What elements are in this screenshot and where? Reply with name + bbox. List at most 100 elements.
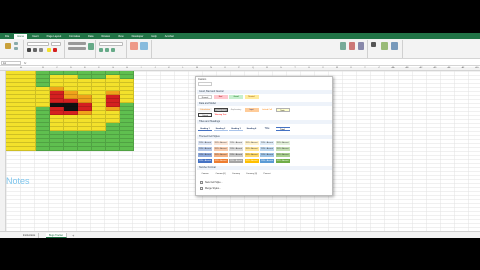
style-accent[interactable]: 20% - Accent bbox=[260, 147, 274, 151]
heatmap-cell[interactable] bbox=[6, 147, 36, 151]
style-accent[interactable]: 20% - Accent bbox=[213, 147, 228, 151]
currency-icon[interactable] bbox=[99, 48, 103, 52]
font-size-select[interactable] bbox=[51, 42, 61, 46]
style-heading-3[interactable]: Heading 3 bbox=[229, 127, 243, 131]
style-accent[interactable]: 20% - Accent bbox=[275, 147, 290, 151]
tab-view[interactable]: View bbox=[115, 34, 127, 39]
style-accent[interactable]: 20% - Accent bbox=[213, 153, 228, 157]
column-header[interactable]: Y bbox=[358, 67, 372, 69]
column-header[interactable]: Z bbox=[372, 67, 386, 69]
style-neutral[interactable]: Neutral bbox=[244, 95, 259, 99]
tab-home[interactable]: Home bbox=[14, 33, 28, 39]
merge-center-icon[interactable] bbox=[88, 43, 94, 50]
style-accent[interactable]: 20% - Accent bbox=[244, 153, 259, 157]
fill-color-icon[interactable] bbox=[47, 48, 51, 52]
column-header[interactable]: AF bbox=[456, 67, 470, 69]
number-format-select[interactable] bbox=[99, 42, 123, 46]
style-normal[interactable]: Normal bbox=[198, 95, 212, 99]
style-heading-1[interactable]: Heading 1 bbox=[198, 127, 212, 131]
insert-cells-icon[interactable] bbox=[340, 42, 346, 50]
comma-icon[interactable] bbox=[111, 48, 115, 52]
style-accent[interactable]: 20% - Accent bbox=[229, 159, 243, 163]
sheet-tab-bugs-tracker[interactable]: Bugs Tracker bbox=[46, 233, 68, 238]
column-header[interactable]: N bbox=[204, 67, 218, 69]
column-header[interactable]: X bbox=[344, 67, 358, 69]
heatmap-range[interactable] bbox=[6, 71, 134, 151]
style-accent[interactable]: 20% - Accent bbox=[213, 159, 228, 163]
heatmap-cell[interactable] bbox=[64, 147, 78, 151]
column-header[interactable]: AD bbox=[428, 67, 442, 69]
style-comma-0[interactable]: Comma [0] bbox=[214, 172, 228, 176]
column-header[interactable]: AE bbox=[442, 67, 456, 69]
style-accent[interactable]: 20% - Accent bbox=[275, 141, 290, 145]
style-currency-0[interactable]: Currency [0] bbox=[245, 172, 259, 176]
style-input[interactable]: Input bbox=[244, 108, 259, 112]
column-header[interactable]: F bbox=[92, 67, 106, 69]
column-header[interactable]: B bbox=[36, 67, 50, 69]
style-output[interactable]: Output bbox=[198, 113, 212, 117]
column-header[interactable]: G bbox=[106, 67, 120, 69]
style-accent[interactable]: 20% - Accent bbox=[198, 153, 212, 157]
heatmap-cell[interactable] bbox=[78, 147, 92, 151]
tab-developer[interactable]: Developer bbox=[129, 34, 147, 39]
align-top-icon[interactable] bbox=[68, 42, 86, 45]
style-accent[interactable]: 20% - Accent bbox=[198, 159, 212, 163]
name-box[interactable]: A1 bbox=[1, 61, 21, 65]
copy-icon[interactable] bbox=[14, 47, 18, 50]
new-cell-style-item[interactable]: New Cell Style... bbox=[200, 181, 223, 184]
column-header[interactable]: P bbox=[232, 67, 246, 69]
percent-icon[interactable] bbox=[105, 48, 109, 52]
font-color-icon[interactable] bbox=[53, 48, 57, 52]
style-accent[interactable]: 20% - Accent bbox=[260, 141, 274, 145]
style-accent[interactable]: 20% - Accent bbox=[213, 141, 228, 145]
column-header[interactable]: U bbox=[302, 67, 316, 69]
underline-icon[interactable] bbox=[39, 48, 43, 52]
column-header[interactable]: W bbox=[330, 67, 344, 69]
column-header[interactable]: AC bbox=[414, 67, 428, 69]
merge-styles-item[interactable]: Merge Styles... bbox=[200, 187, 221, 190]
heatmap-cell[interactable] bbox=[50, 147, 64, 151]
find-select-icon[interactable] bbox=[391, 42, 398, 50]
column-header[interactable]: C bbox=[50, 67, 64, 69]
style-heading-2[interactable]: Heading 2 bbox=[213, 127, 228, 131]
style-accent[interactable]: 20% - Accent bbox=[229, 153, 243, 157]
style-accent[interactable]: 20% - Accent bbox=[244, 159, 259, 163]
column-header[interactable]: E bbox=[78, 67, 92, 69]
column-header[interactable]: AA bbox=[386, 67, 400, 69]
column-header[interactable]: AG bbox=[470, 67, 480, 69]
style-check-cell[interactable]: Check Cell bbox=[213, 108, 228, 112]
style-warning-text[interactable]: Warning Text bbox=[213, 113, 228, 117]
format-cells-icon[interactable] bbox=[358, 42, 364, 50]
style-percent[interactable]: Percent bbox=[260, 172, 274, 176]
style-calculation[interactable]: Calculation bbox=[198, 108, 212, 112]
style-explanatory[interactable]: Explanatory bbox=[229, 108, 243, 112]
style-accent[interactable]: 20% - Accent bbox=[244, 141, 259, 145]
style-accent[interactable]: 20% - Accent bbox=[260, 159, 274, 163]
column-header[interactable]: S bbox=[274, 67, 288, 69]
tab-formulas[interactable]: Formulas bbox=[66, 34, 83, 39]
font-family-select[interactable] bbox=[27, 42, 49, 46]
style-custom[interactable] bbox=[198, 82, 212, 86]
tab-review[interactable]: Review bbox=[98, 34, 113, 39]
cut-icon[interactable] bbox=[14, 42, 18, 45]
format-as-table-icon[interactable] bbox=[140, 42, 148, 50]
paste-icon[interactable] bbox=[5, 43, 11, 49]
column-header[interactable]: R bbox=[260, 67, 274, 69]
tab-file[interactable]: File bbox=[2, 34, 12, 39]
column-header[interactable]: K bbox=[162, 67, 176, 69]
style-accent[interactable]: 20% - Accent bbox=[260, 153, 274, 157]
tab-page-layout[interactable]: Page Layout bbox=[44, 34, 65, 39]
style-accent[interactable]: 20% - Accent bbox=[198, 147, 212, 151]
column-header[interactable]: M bbox=[190, 67, 204, 69]
tab-data[interactable]: Data bbox=[85, 34, 96, 39]
tab-acrobat[interactable]: Acrobat bbox=[162, 34, 177, 39]
style-total[interactable]: Total bbox=[275, 127, 290, 131]
column-header[interactable]: V bbox=[316, 67, 330, 69]
sort-filter-icon[interactable] bbox=[381, 42, 388, 50]
column-header[interactable]: H bbox=[120, 67, 134, 69]
style-note[interactable]: Note bbox=[275, 108, 290, 112]
add-sheet-button[interactable]: + bbox=[72, 233, 74, 238]
column-header[interactable]: A bbox=[14, 67, 28, 69]
italic-icon[interactable] bbox=[33, 48, 37, 52]
delete-cells-icon[interactable] bbox=[349, 42, 355, 50]
